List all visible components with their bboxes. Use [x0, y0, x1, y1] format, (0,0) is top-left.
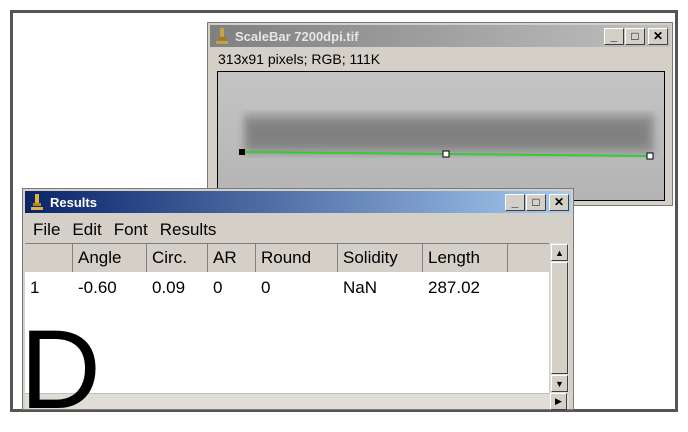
maximize-button[interactable]: □ [526, 193, 546, 211]
maximize-button[interactable]: □ [625, 27, 645, 45]
results-table[interactable]: Angle Circ. AR Round Solidity Length 1 -… [25, 243, 549, 394]
line-handle-start[interactable] [239, 149, 245, 155]
cell-solidity: NaN [343, 278, 378, 297]
menu-results[interactable]: Results [160, 220, 217, 240]
image-info: 313x91 pixels; RGB; 111K [218, 51, 381, 67]
scalebar-window-title: ScaleBar 7200dpi.tif [235, 28, 359, 44]
scroll-up-arrow-icon[interactable]: ▲ [551, 244, 568, 261]
menu-bar: File Edit Font Results [25, 219, 571, 241]
menu-file[interactable]: File [33, 220, 60, 240]
menu-font[interactable]: Font [114, 220, 148, 240]
column-header-filler [508, 244, 549, 272]
vertical-scrollbar[interactable]: ▲ ▼ [550, 243, 569, 393]
cell-angle: -0.60 [78, 278, 117, 297]
results-titlebar[interactable]: Results _ □ ✕ [25, 191, 571, 213]
line-handle-middle[interactable] [442, 150, 450, 158]
microscope-icon [213, 27, 231, 45]
table-row[interactable]: 1 -0.60 0.09 0 0 NaN 287.02 [25, 276, 549, 302]
image-canvas[interactable] [217, 71, 665, 201]
results-window-title: Results [50, 194, 97, 210]
scrollbar-thumb[interactable] [551, 262, 568, 374]
horizontal-scrollbar[interactable]: ▶ [25, 393, 569, 410]
column-header-ar[interactable]: AR [208, 244, 256, 272]
column-header-round[interactable]: Round [256, 244, 338, 272]
cell-length: 287.02 [428, 278, 480, 297]
scalebar-titlebar[interactable]: ScaleBar 7200dpi.tif _ □ ✕ [210, 25, 670, 47]
cell-index: 1 [30, 278, 40, 297]
scalebar-image-window[interactable]: ScaleBar 7200dpi.tif _ □ ✕ 313x91 pixels… [207, 22, 673, 206]
table-header: Angle Circ. AR Round Solidity Length [25, 244, 549, 272]
menu-edit[interactable]: Edit [72, 220, 101, 240]
scroll-down-arrow-icon[interactable]: ▼ [551, 375, 568, 392]
cell-circ: 0.09 [152, 278, 186, 297]
column-header-length[interactable]: Length [423, 244, 508, 272]
minimize-button[interactable]: _ [505, 193, 525, 211]
column-header-circ[interactable]: Circ. [147, 244, 208, 272]
column-header-index[interactable] [25, 244, 73, 272]
results-window[interactable]: Results _ □ ✕ File Edit Font Results Ang… [22, 188, 574, 410]
microscope-icon [28, 193, 46, 211]
minimize-button[interactable]: _ [604, 27, 624, 45]
close-button[interactable]: ✕ [549, 193, 569, 211]
cell-round: 0 [261, 278, 271, 297]
close-button[interactable]: ✕ [648, 27, 668, 45]
cell-ar: 0 [213, 278, 223, 297]
line-handle-end[interactable] [646, 152, 654, 160]
column-header-solidity[interactable]: Solidity [338, 244, 423, 272]
scroll-right-arrow-icon[interactable]: ▶ [550, 393, 567, 410]
column-header-angle[interactable]: Angle [73, 244, 147, 272]
panel-label: D [20, 307, 101, 432]
